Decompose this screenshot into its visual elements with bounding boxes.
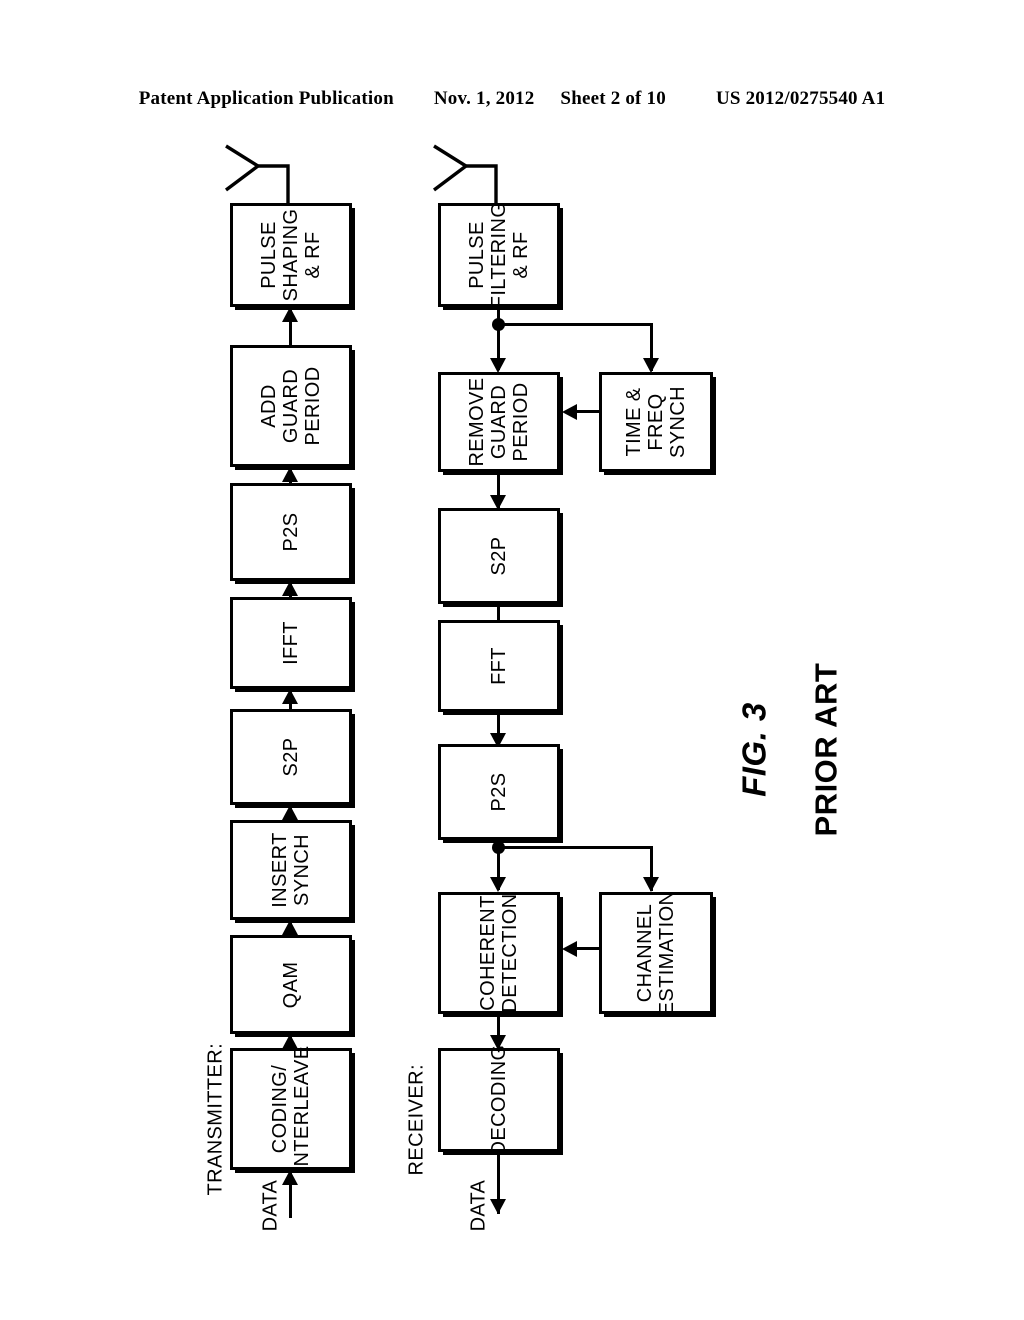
rx-data-output-label: DATA — [467, 1179, 490, 1232]
tx-block-label: S2P — [280, 737, 302, 777]
tx-block-add-guard-period[interactable]: ADD GUARD PERIOD — [230, 345, 352, 467]
rx-block-label: S2P — [488, 536, 510, 576]
tx-data-input-label: DATA — [259, 1179, 282, 1232]
tx-block-insert-synch[interactable]: INSERT SYNCH — [230, 820, 352, 920]
rx-feedback-arrowhead-chanest — [562, 941, 577, 957]
header-date: Nov. 1, 2012 — [433, 88, 535, 109]
rx-block-label: COHERENT DETECTION — [477, 893, 521, 1013]
figure-label: FIG. 3 — [735, 702, 773, 797]
tx-block-label: P2S — [280, 512, 302, 552]
rx-block-fft[interactable]: FFT — [438, 620, 560, 712]
rx-feedback-arrowhead-synch — [562, 404, 577, 420]
tx-block-qam[interactable]: QAM — [230, 935, 352, 1034]
tx-block-s2p[interactable]: S2P — [230, 709, 352, 805]
tx-block-label: IFFT — [280, 621, 302, 665]
rx-feedback-chanest — [576, 947, 602, 950]
header-publication: Patent Application Publication — [138, 88, 394, 109]
tx-arrowhead-4 — [282, 689, 298, 704]
rx-block-label: DECODING — [488, 1044, 510, 1156]
rx-block-coherent-detection[interactable]: COHERENT DETECTION — [438, 892, 560, 1014]
tx-arrowhead-5 — [282, 581, 298, 596]
tx-data-input-arrowhead — [282, 1170, 298, 1185]
rx-block-label: FFT — [488, 647, 510, 685]
tx-block-label: ADD GUARD PERIOD — [258, 366, 324, 446]
rx-block-label: CHANNEL ESTIMATION — [634, 890, 678, 1016]
rx-data-output-arrowhead — [490, 1199, 506, 1214]
rx-block-time-freq-synch[interactable]: TIME & FREQ SYNCH — [599, 372, 713, 472]
rx-block-s2p[interactable]: S2P — [438, 508, 560, 604]
rx-block-label: TIME & FREQ SYNCH — [623, 385, 689, 459]
receiver-section-label: RECEIVER: — [405, 1064, 428, 1176]
tx-block-label: PULSE SHAPING & RF — [258, 208, 324, 302]
rx-block-label: PULSE FILTERING & RF — [466, 201, 532, 309]
tx-block-coding-interleave[interactable]: CODING/ INTERLEAVE — [230, 1045, 352, 1173]
rx-block-label: P2S — [488, 772, 510, 812]
transmitter-section-label: TRANSMITTER: — [204, 1042, 227, 1196]
rx-branch-arrowhead-synch — [643, 358, 659, 373]
rx-branch-h-synch — [497, 323, 653, 326]
rx-arrowhead-4 — [490, 877, 506, 892]
rx-block-pulse-filtering-rf[interactable]: PULSE FILTERING & RF — [438, 201, 560, 309]
page-header: Patent Application Publication Nov. 1, 2… — [0, 88, 1024, 110]
header-publication-number: US 2012/0275540 A1 — [715, 88, 886, 109]
rx-block-label: REMOVE GUARD PERIOD — [466, 377, 532, 467]
tx-block-label: QAM — [280, 961, 302, 1008]
tx-arrowhead-3 — [282, 805, 298, 820]
tx-block-p2s[interactable]: P2S — [230, 483, 352, 581]
tx-block-label: CODING/ INTERLEAVE — [269, 1045, 313, 1173]
tx-block-ifft[interactable]: IFFT — [230, 597, 352, 689]
patent-figure-page: Patent Application Publication Nov. 1, 2… — [0, 0, 1024, 1320]
rx-arrowhead-0 — [490, 358, 506, 373]
tx-arrowhead-2 — [282, 920, 298, 935]
tx-arrowhead-7 — [282, 307, 298, 322]
tx-block-label: INSERT SYNCH — [269, 832, 313, 908]
tx-arrowhead-6 — [282, 467, 298, 482]
tx-block-pulse-shaping-rf[interactable]: PULSE SHAPING & RF — [230, 203, 352, 307]
rx-feedback-synch — [576, 410, 602, 413]
figure-caption: FIG. 3 PRIOR ART — [700, 660, 879, 840]
rx-block-decoding[interactable]: DECODING — [438, 1045, 560, 1155]
rx-branch-h-chanest — [497, 846, 653, 849]
figure-prior-art-note: PRIOR ART — [808, 662, 844, 837]
rx-block-remove-guard-period[interactable]: REMOVE GUARD PERIOD — [438, 372, 560, 472]
header-sheet: Sheet 2 of 10 — [560, 88, 666, 109]
rx-block-p2s[interactable]: P2S — [438, 744, 560, 840]
rx-block-channel-estimation[interactable]: CHANNEL ESTIMATION — [599, 890, 713, 1016]
